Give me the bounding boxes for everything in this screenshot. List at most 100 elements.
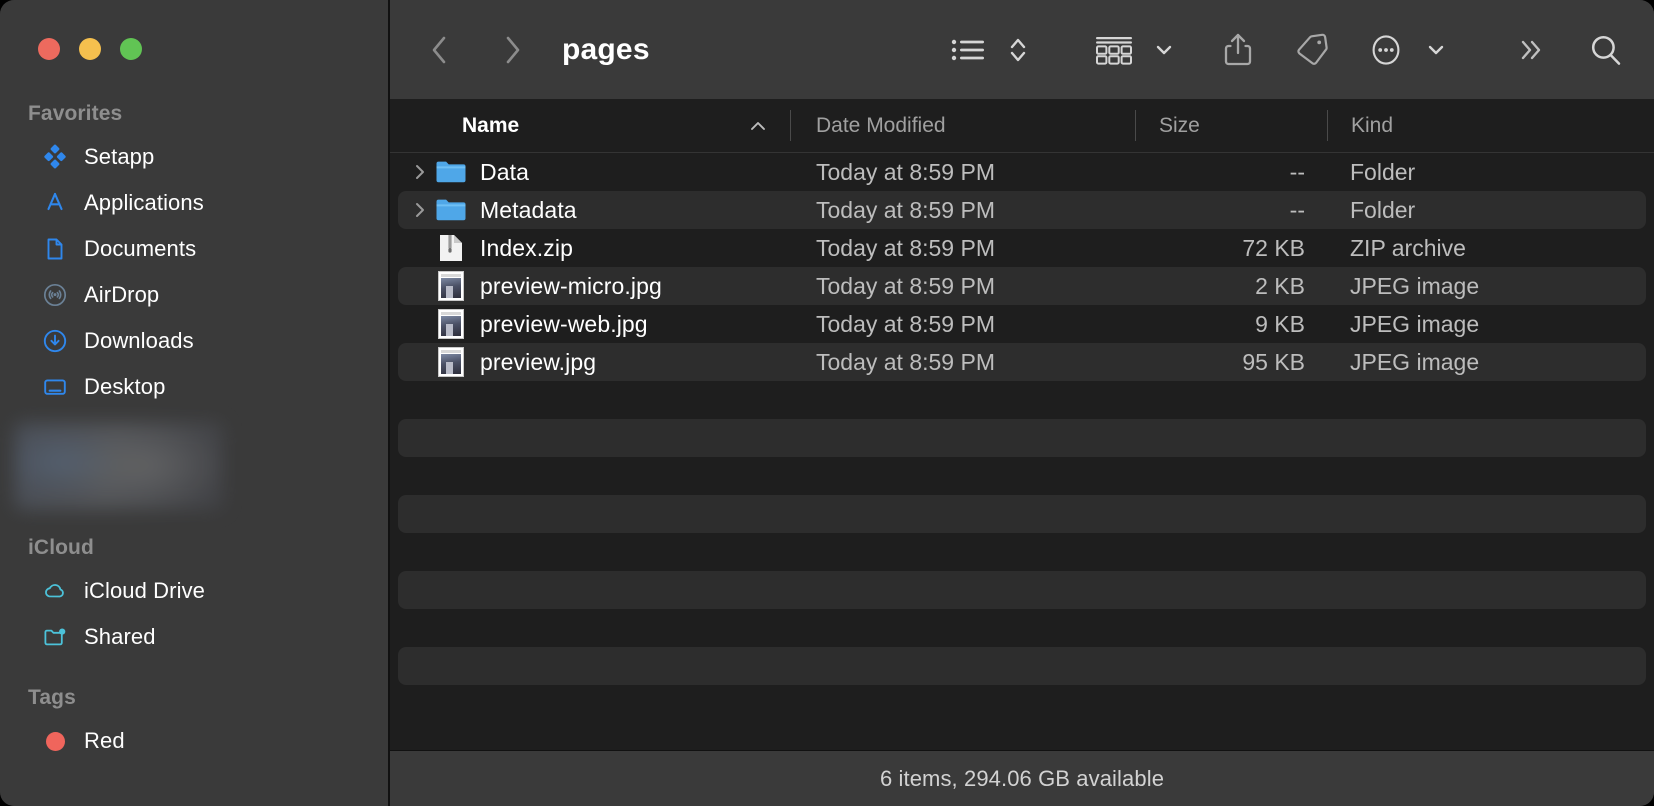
tag-button[interactable] [1290,25,1334,75]
file-name: Metadata [480,197,577,224]
chevron-down-icon[interactable] [1142,25,1186,75]
table-row[interactable]: MetadataToday at 8:59 PM--Folder [398,191,1646,229]
sidebar-item-tag-red[interactable]: Red [12,718,376,764]
redacted-sidebar-item [14,422,224,510]
group-items-button[interactable] [1092,25,1136,75]
cell-date-modified: Today at 8:59 PM [798,159,1143,186]
cell-kind: JPEG image [1335,273,1646,300]
column-header-kind[interactable]: Kind [1327,99,1654,152]
cell-size: 9 KB [1143,311,1335,338]
empty-row [398,609,1646,647]
cell-name: preview-web.jpg [398,309,798,339]
desktop-icon [42,374,68,400]
sidebar-item-setapp[interactable]: Setapp [12,134,376,180]
sidebar-item-shared[interactable]: Shared [12,614,376,660]
view-options-stepper[interactable] [996,25,1040,75]
maximize-button[interactable] [120,38,142,60]
disclosure-chevron-icon[interactable] [406,162,434,182]
minimize-button[interactable] [79,38,101,60]
empty-row [398,495,1646,533]
chevron-down-icon[interactable] [1414,25,1458,75]
table-row[interactable]: Data Today at 8:59 PM--Folder [398,153,1646,191]
group-by-group [1092,25,1186,75]
sidebar-item-label: Setapp [84,144,154,170]
cell-kind: ZIP archive [1335,235,1646,262]
sidebar-section-favorites-title: Favorites [0,102,388,126]
column-divider [1327,110,1328,141]
cell-date-modified: Today at 8:59 PM [798,349,1143,376]
table-row[interactable]: Index.zipToday at 8:59 PM72 KBZIP archiv… [398,229,1646,267]
file-name: preview-web.jpg [480,311,648,338]
file-name: preview-micro.jpg [480,273,662,300]
column-header-label: Size [1159,114,1200,138]
sidebar-item-label: AirDrop [84,282,159,308]
more-button[interactable] [1364,25,1408,75]
column-header-row: Name Date Modified Size Kind [390,99,1654,153]
column-header-name[interactable]: Name [390,99,790,152]
cell-kind: Folder [1335,197,1646,224]
cell-kind: JPEG image [1335,349,1646,376]
empty-row [398,381,1646,419]
airdrop-icon [42,282,68,308]
cell-size: -- [1143,197,1335,224]
cell-size: -- [1143,159,1335,186]
sidebar-item-airdrop[interactable]: AirDrop [12,272,376,318]
file-name: preview.jpg [480,349,596,376]
file-name: Index.zip [480,235,573,262]
documents-icon [42,236,68,262]
red-tag-dot-icon [42,728,68,754]
file-name: Data [480,159,529,186]
cell-name: Index.zip [398,233,798,263]
jpeg-icon [434,271,468,301]
jpeg-icon [434,347,468,377]
sidebar-section-icloud-title: iCloud [0,536,388,560]
list-view-button[interactable] [946,25,990,75]
file-list[interactable]: DataToday at 8:59 PM--FolderMetadataToda… [390,153,1654,750]
toolbar-overflow-button[interactable] [1510,25,1554,75]
cell-date-modified: Today at 8:59 PM [798,273,1143,300]
toolbar: pages [390,0,1654,99]
cell-date-modified: Today at 8:59 PM [798,311,1143,338]
close-button[interactable] [38,38,60,60]
sort-ascending-icon [748,119,768,133]
table-row[interactable]: preview.jpgToday at 8:59 PM95 KBJPEG ima… [398,343,1646,381]
sidebar-item-downloads[interactable]: Downloads [12,318,376,364]
sidebar-item-label: Downloads [84,328,194,354]
column-header-date-modified[interactable]: Date Modified [790,99,1135,152]
applications-icon [42,190,68,216]
downloads-icon [42,328,68,354]
folder-icon [434,159,468,185]
forward-button[interactable] [490,25,534,75]
back-button[interactable] [418,25,462,75]
table-row[interactable]: preview-micro.jpgToday at 8:59 PM2 KBJPE… [398,267,1646,305]
sidebar-item-icloud-drive[interactable]: iCloud Drive [12,568,376,614]
sidebar-item-desktop[interactable]: Desktop [12,364,376,410]
window-title: pages [562,33,650,67]
jpeg-icon [434,309,468,339]
folder-icon [434,197,468,223]
column-divider [790,110,791,141]
column-divider [1135,110,1136,141]
icloud-drive-icon [42,578,68,604]
sidebar-item-applications[interactable]: Applications [12,180,376,226]
search-icon[interactable] [1584,25,1628,75]
shared-folder-icon [42,624,68,650]
share-button[interactable] [1216,25,1260,75]
status-text: 6 items, 294.06 GB available [880,766,1164,792]
sidebar-item-label: iCloud Drive [84,578,205,604]
table-row[interactable]: preview-web.jpg Today at 8:59 PM9 KBJPEG … [398,305,1646,343]
cell-kind: JPEG image [1335,311,1646,338]
cell-name: Data [398,159,798,186]
empty-row [398,419,1646,457]
cell-kind: Folder [1335,159,1646,186]
disclosure-chevron-icon[interactable] [406,200,434,220]
cell-size: 72 KB [1143,235,1335,262]
column-header-size[interactable]: Size [1135,99,1327,152]
column-header-label: Kind [1351,114,1393,138]
sidebar-section-tags-title: Tags [0,686,388,710]
main-content: pages [388,0,1654,806]
status-bar: 6 items, 294.06 GB available [390,750,1654,806]
sidebar-item-label: Shared [84,624,156,650]
empty-row [398,571,1646,609]
sidebar-item-documents[interactable]: Documents [12,226,376,272]
